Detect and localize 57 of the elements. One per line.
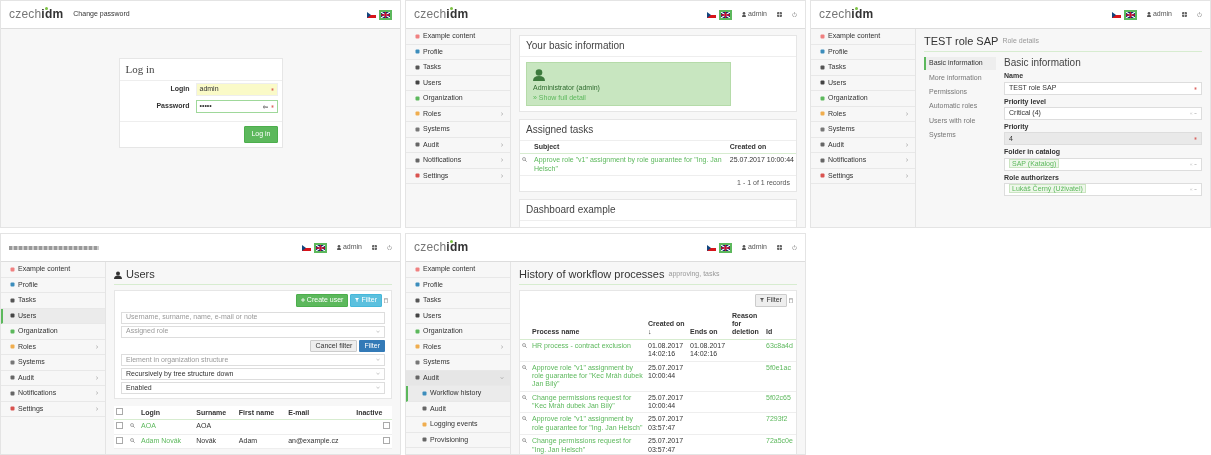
flag-button[interactable] (365, 9, 378, 20)
search-icon (522, 394, 527, 400)
trash-icon (789, 297, 793, 303)
page-title: TEST role SAP (924, 35, 999, 49)
funnel-icon (355, 298, 360, 303)
funnel-icon (760, 298, 765, 303)
power-icon (387, 245, 392, 250)
power-icon (792, 245, 797, 250)
person-icon (741, 12, 746, 17)
flag-button[interactable] (1123, 9, 1137, 20)
power-icon (1197, 12, 1202, 17)
caret-icon (376, 358, 380, 362)
logo: czechidm (819, 7, 874, 22)
search-icon (522, 364, 527, 370)
users-icon (114, 270, 122, 279)
plus-icon (300, 298, 305, 303)
checkbox[interactable] (116, 407, 123, 415)
caret-icon (376, 372, 380, 376)
trash-icon (384, 297, 388, 303)
grid-icon (777, 12, 782, 17)
person-icon (336, 245, 341, 250)
card-title: Your basic information (520, 36, 796, 57)
card-title: Log in (119, 59, 282, 82)
grid-icon (372, 245, 377, 250)
caret-icon (376, 330, 380, 334)
person-icon (1146, 12, 1151, 17)
card-title: Dashboard example (520, 199, 796, 221)
flag-button[interactable] (704, 9, 718, 20)
flag-button[interactable] (1109, 9, 1123, 20)
grid-icon (777, 245, 782, 250)
search-icon (522, 157, 527, 163)
key-icon (262, 104, 268, 109)
flag-button[interactable] (379, 9, 392, 20)
search-icon (129, 437, 135, 443)
power-icon (792, 12, 797, 17)
person-icon (741, 245, 746, 250)
flag-button[interactable] (313, 242, 327, 253)
flag-button[interactable] (704, 242, 718, 253)
logo: czechidm (414, 240, 469, 255)
grid-icon (1182, 12, 1187, 17)
logo: czechidm (9, 7, 64, 22)
search-icon (522, 342, 527, 348)
checkbox[interactable] (116, 436, 123, 444)
page-title: Users (126, 268, 155, 282)
flag-button[interactable] (299, 242, 313, 253)
logo: czechidm (414, 7, 469, 22)
flag-button[interactable] (718, 9, 732, 20)
form-title: Basic information (1004, 57, 1082, 70)
card-title: Assigned tasks (520, 120, 796, 141)
checkbox[interactable] (116, 422, 123, 430)
search-icon (129, 423, 135, 429)
person-icon (533, 69, 547, 84)
search-icon (522, 416, 527, 422)
flag-button[interactable] (718, 242, 732, 253)
caret-icon (376, 386, 380, 390)
page-title: History of workflow processes (519, 268, 665, 282)
search-icon (522, 438, 527, 444)
